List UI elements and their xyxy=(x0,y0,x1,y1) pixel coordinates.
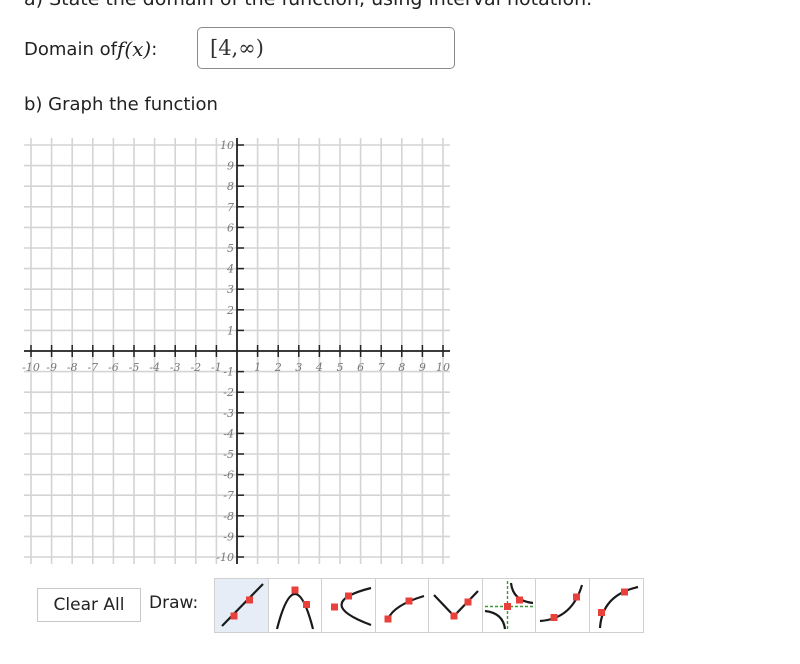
x-axis-tick-label: -6 xyxy=(108,361,119,374)
y-axis-tick-label: -8 xyxy=(223,510,234,523)
draw-tool-palette xyxy=(214,578,644,633)
y-axis-tick-label: -3 xyxy=(223,407,234,420)
y-axis-tick-label: 7 xyxy=(227,201,234,214)
x-axis-tick-label: 7 xyxy=(378,361,385,374)
y-axis-tick-label: -5 xyxy=(223,448,234,461)
x-axis-tick-label: 9 xyxy=(419,361,426,374)
x-axis-tick-label: -9 xyxy=(46,361,57,374)
x-axis-tick-label: 10 xyxy=(436,361,450,374)
x-axis-tick-label: 3 xyxy=(295,361,302,374)
rational-tool[interactable] xyxy=(481,578,537,633)
y-axis-tick-label: 3 xyxy=(227,283,234,296)
clear-all-button[interactable]: Clear All xyxy=(37,588,141,622)
x-axis-tick-label: -3 xyxy=(170,361,181,374)
square-root-tool[interactable] xyxy=(374,578,430,633)
x-axis-tick-label: -1 xyxy=(211,361,222,374)
y-axis-tick-label: -10 xyxy=(216,551,234,564)
draw-label: Draw: xyxy=(149,593,199,613)
x-axis-tick-label: -7 xyxy=(87,361,98,374)
y-axis-tick-label: -4 xyxy=(223,427,234,440)
x-axis-tick-label: 5 xyxy=(337,361,344,374)
x-axis-tick-label: 2 xyxy=(274,361,282,374)
axes xyxy=(24,138,450,564)
rational-icon xyxy=(484,581,533,630)
y-axis-tick-label: 1 xyxy=(227,324,234,337)
y-axis-tick-label: -7 xyxy=(223,489,234,502)
absolute-value-tool[interactable] xyxy=(428,578,483,633)
y-axis-tick-label: -6 xyxy=(223,469,234,482)
y-axis-tick-label: 2 xyxy=(226,304,234,317)
parabola-icon xyxy=(275,586,314,630)
sideways-parabola-tool[interactable] xyxy=(321,578,376,633)
x-axis-tick-label: -8 xyxy=(67,361,78,374)
x-axis-tick-label: 1 xyxy=(254,361,261,374)
sideways-parabola-icon xyxy=(331,586,372,627)
y-axis-tick-label: 8 xyxy=(227,180,234,193)
graph-canvas[interactable]: -10 -9 -8 -7 -6 -5 -4 -3 -2 -1 1 2 3 4 5 6 7 8 9 1010987654… xyxy=(0,0,800,664)
line-icon xyxy=(221,583,264,627)
y-axis-tick-label: -1 xyxy=(223,366,234,379)
y-axis-tick-label: -9 xyxy=(223,530,234,543)
x-axis-tick-label: 8 xyxy=(398,361,405,374)
absolute-value-icon xyxy=(433,590,479,620)
logarithm-icon xyxy=(597,585,638,629)
exponential-icon xyxy=(539,584,584,623)
x-axis-tick-label: -4 xyxy=(149,361,160,374)
line-tool[interactable] xyxy=(214,578,269,633)
y-axis-tick-label: 10 xyxy=(220,139,234,152)
y-axis-tick-label: 4 xyxy=(226,263,234,276)
y-axis-tick-label: -2 xyxy=(223,386,234,399)
x-axis-tick-label: 6 xyxy=(357,361,364,374)
x-axis-tick-label: -5 xyxy=(129,361,140,374)
y-axis-tick-label: 6 xyxy=(227,221,234,234)
y-axis-tick-label: 9 xyxy=(227,160,234,173)
y-axis-tick-label: 5 xyxy=(227,242,234,255)
x-axis-tick-label: -10 xyxy=(22,361,40,374)
x-axis-tick-label: 4 xyxy=(315,361,323,374)
parabola-tool[interactable] xyxy=(267,578,323,633)
square-root-icon xyxy=(384,594,424,623)
x-axis-tick-label: -2 xyxy=(190,361,201,374)
exponential-tool[interactable] xyxy=(535,578,590,633)
logarithm-tool[interactable] xyxy=(588,578,644,633)
